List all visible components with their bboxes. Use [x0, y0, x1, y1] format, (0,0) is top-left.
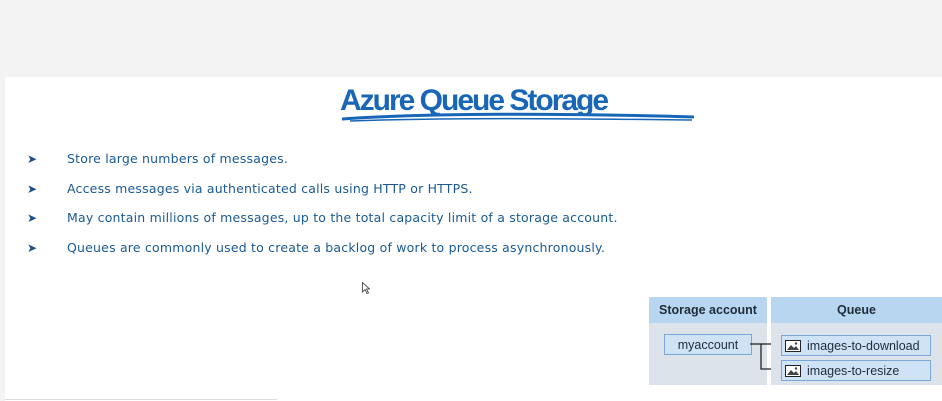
bullet-text: Queues are commonly used to create a bac…: [67, 239, 606, 255]
bullet-item: ➤ Store large numbers of messages.: [27, 149, 618, 179]
bullet-text: Access messages via authenticated calls …: [67, 180, 473, 196]
bullet-item: ➤ May contain millions of messages, up t…: [27, 208, 618, 238]
queue-column: Queue images-to-download images-to-resiz…: [771, 297, 942, 385]
arrowhead-bullet-icon: ➤: [27, 181, 38, 196]
bullet-list: ➤ Store large numbers of messages. ➤ Acc…: [27, 149, 618, 267]
bullet-item: ➤ Queues are commonly used to create a b…: [27, 238, 618, 268]
slide: Azure Queue Storage ➤ Store large number…: [5, 77, 942, 401]
arrowhead-bullet-icon: ➤: [27, 211, 38, 225]
queue-name: images-to-resize: [807, 363, 900, 378]
arrowhead-bullet-icon: ➤: [27, 152, 38, 166]
queue-item: images-to-download: [781, 335, 931, 356]
queue-diagram: Storage account myaccount Queue images-t…: [649, 297, 942, 387]
mouse-cursor-icon: [362, 282, 370, 294]
account-box: myaccount: [664, 334, 752, 355]
bullet-item: ➤ Access messages via authenticated call…: [27, 179, 618, 209]
storage-account-header: Storage account: [649, 297, 767, 323]
queue-item: images-to-resize: [781, 360, 931, 381]
bullet-text: May contain millions of messages, up to …: [67, 210, 618, 225]
queue-header: Queue: [771, 297, 942, 323]
title-underline: [341, 112, 695, 122]
image-icon: [785, 339, 801, 352]
queue-name: images-to-download: [807, 338, 920, 353]
arrowhead-bullet-icon: ➤: [27, 240, 38, 255]
divider: [5, 399, 277, 400]
bullet-text: Store large numbers of messages.: [67, 151, 289, 166]
image-icon: [785, 364, 801, 377]
